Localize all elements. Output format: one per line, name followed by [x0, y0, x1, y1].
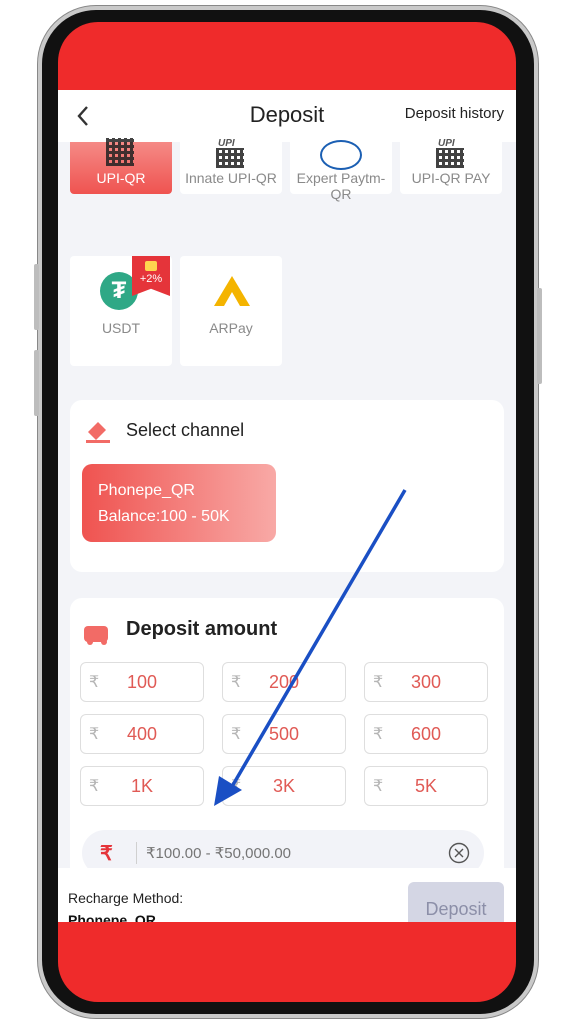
- top-bar: Deposit Deposit history: [58, 90, 516, 142]
- method-upi-qr[interactable]: UPI-QR: [70, 138, 172, 194]
- payment-methods-grid: UPI-QR UPI Innate UPI-QR Expert Paytm-QR…: [58, 138, 516, 378]
- channel-option-phonepe-qr[interactable]: Phonepe_QR Balance:100 - 50K: [82, 464, 276, 542]
- wallet-icon: [84, 626, 108, 645]
- deposit-amount-title: Deposit amount: [126, 618, 278, 640]
- amount-option-500[interactable]: ₹500: [222, 714, 346, 754]
- amount-value: 5K: [414, 776, 438, 796]
- amount-option-100[interactable]: ₹100: [80, 662, 204, 702]
- amount-option-3k[interactable]: ₹3K: [222, 766, 346, 806]
- amount-value: 400: [126, 724, 158, 744]
- paytm-qr-icon: [320, 140, 362, 170]
- amount-value: 3K: [272, 776, 296, 796]
- recharge-method-label: Recharge Method:: [68, 890, 184, 906]
- method-label: USDT: [101, 320, 141, 336]
- method-label: Expert Paytm-QR: [296, 170, 386, 202]
- qr-code-icon: [436, 148, 464, 168]
- deposit-history-link[interactable]: Deposit history: [405, 105, 504, 122]
- amount-option-600[interactable]: ₹600: [364, 714, 488, 754]
- amount-value: 600: [410, 724, 442, 744]
- select-channel-card: Select channel Phonepe_QR Balance:100 - …: [70, 400, 504, 572]
- select-channel-title: Select channel: [126, 420, 245, 440]
- bonus-badge-text: +2%: [139, 273, 163, 285]
- method-arpay[interactable]: ARPay: [180, 256, 282, 366]
- amount-value: 300: [410, 672, 442, 692]
- deposit-page: Deposit Deposit history UPI-QR UPI Innat…: [58, 90, 516, 922]
- amount-option-400[interactable]: ₹400: [80, 714, 204, 754]
- method-usdt[interactable]: ₮ +2% USDT: [70, 256, 172, 366]
- method-upi-qr-pay[interactable]: UPI UPI-QR PAY: [400, 138, 502, 194]
- amount-option-5k[interactable]: ₹5K: [364, 766, 488, 806]
- input-divider: [136, 842, 137, 864]
- recharge-method-value: Phonepe_QR: [68, 912, 156, 922]
- amount-value: 200: [268, 672, 300, 692]
- amount-value: 100: [126, 672, 158, 692]
- method-label: UPI-QR PAY: [411, 170, 491, 186]
- amount-value: 500: [268, 724, 300, 744]
- method-label: ARPay: [209, 320, 253, 336]
- channel-balance: Balance:100 - 50K: [98, 508, 230, 525]
- gift-icon: [145, 261, 157, 271]
- method-label: Innate UPI-QR: [185, 170, 277, 186]
- qr-code-icon: [106, 138, 134, 166]
- power-button: [537, 288, 542, 384]
- amount-option-300[interactable]: ₹300: [364, 662, 488, 702]
- recharge-footer: Recharge Method: Phonepe_QR Deposit: [58, 868, 516, 922]
- phone-screen: Deposit Deposit history UPI-QR UPI Innat…: [58, 22, 516, 1002]
- bonus-badge: +2%: [132, 256, 170, 296]
- rupee-icon: ₹: [100, 843, 113, 865]
- arpay-logo-icon: [214, 276, 250, 306]
- amount-input[interactable]: [146, 838, 426, 868]
- qr-code-icon: [216, 148, 244, 168]
- volume-up-button: [34, 264, 39, 330]
- method-innate-upi-qr[interactable]: UPI Innate UPI-QR: [180, 138, 282, 194]
- channel-icon: [86, 422, 110, 443]
- method-label: UPI-QR: [96, 170, 146, 186]
- clear-icon[interactable]: [448, 842, 470, 864]
- deposit-button[interactable]: Deposit: [408, 882, 504, 922]
- channel-name: Phonepe_QR: [98, 482, 195, 499]
- volume-down-button: [34, 350, 39, 416]
- amount-option-200[interactable]: ₹200: [222, 662, 346, 702]
- method-expert-paytm-qr[interactable]: Expert Paytm-QR: [290, 140, 392, 202]
- amount-value: 1K: [130, 776, 154, 796]
- amount-option-1k[interactable]: ₹1K: [80, 766, 204, 806]
